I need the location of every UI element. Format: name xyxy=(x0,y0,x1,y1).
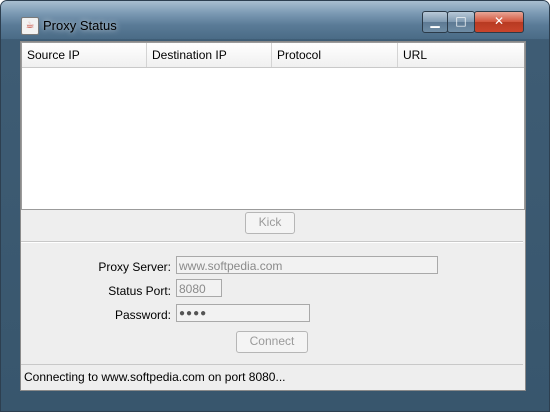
title-bar[interactable]: ☕ Proxy Status ▁ □ ✕ xyxy=(1,1,549,39)
column-header-url[interactable]: URL xyxy=(398,43,524,67)
status-message: Connecting to www.softpedia.com on port … xyxy=(24,370,286,384)
section-divider xyxy=(21,241,523,243)
close-button[interactable]: ✕ xyxy=(474,11,524,33)
column-header-destination-ip[interactable]: Destination IP xyxy=(147,43,272,67)
table-header: Source IP Destination IP Protocol URL xyxy=(22,43,524,68)
main-panel: Source IP Destination IP Protocol URL Ki… xyxy=(20,41,526,391)
minimize-button[interactable]: ▁ xyxy=(422,11,448,33)
connect-button[interactable]: Connect xyxy=(236,331,308,353)
maximize-button[interactable]: □ xyxy=(447,11,475,33)
java-icon: ☕ xyxy=(21,17,39,35)
password-input[interactable]: ●●●● xyxy=(176,304,310,322)
password-label: Password: xyxy=(114,308,171,322)
column-header-protocol[interactable]: Protocol xyxy=(272,43,398,67)
status-port-input[interactable]: 8080 xyxy=(176,279,222,297)
proxy-status-window: ☕ Proxy Status ▁ □ ✕ Source IP Destinati… xyxy=(0,0,550,412)
status-port-label: Status Port: xyxy=(108,284,171,298)
kick-button[interactable]: Kick xyxy=(245,212,295,234)
proxy-server-input[interactable]: www.softpedia.com xyxy=(176,256,438,274)
status-bar: Connecting to www.softpedia.com on port … xyxy=(21,364,523,389)
window-title: Proxy Status xyxy=(43,18,117,33)
proxy-server-label: Proxy Server: xyxy=(98,260,171,274)
column-header-source-ip[interactable]: Source IP xyxy=(22,43,147,67)
connections-table[interactable]: Source IP Destination IP Protocol URL xyxy=(21,42,525,210)
